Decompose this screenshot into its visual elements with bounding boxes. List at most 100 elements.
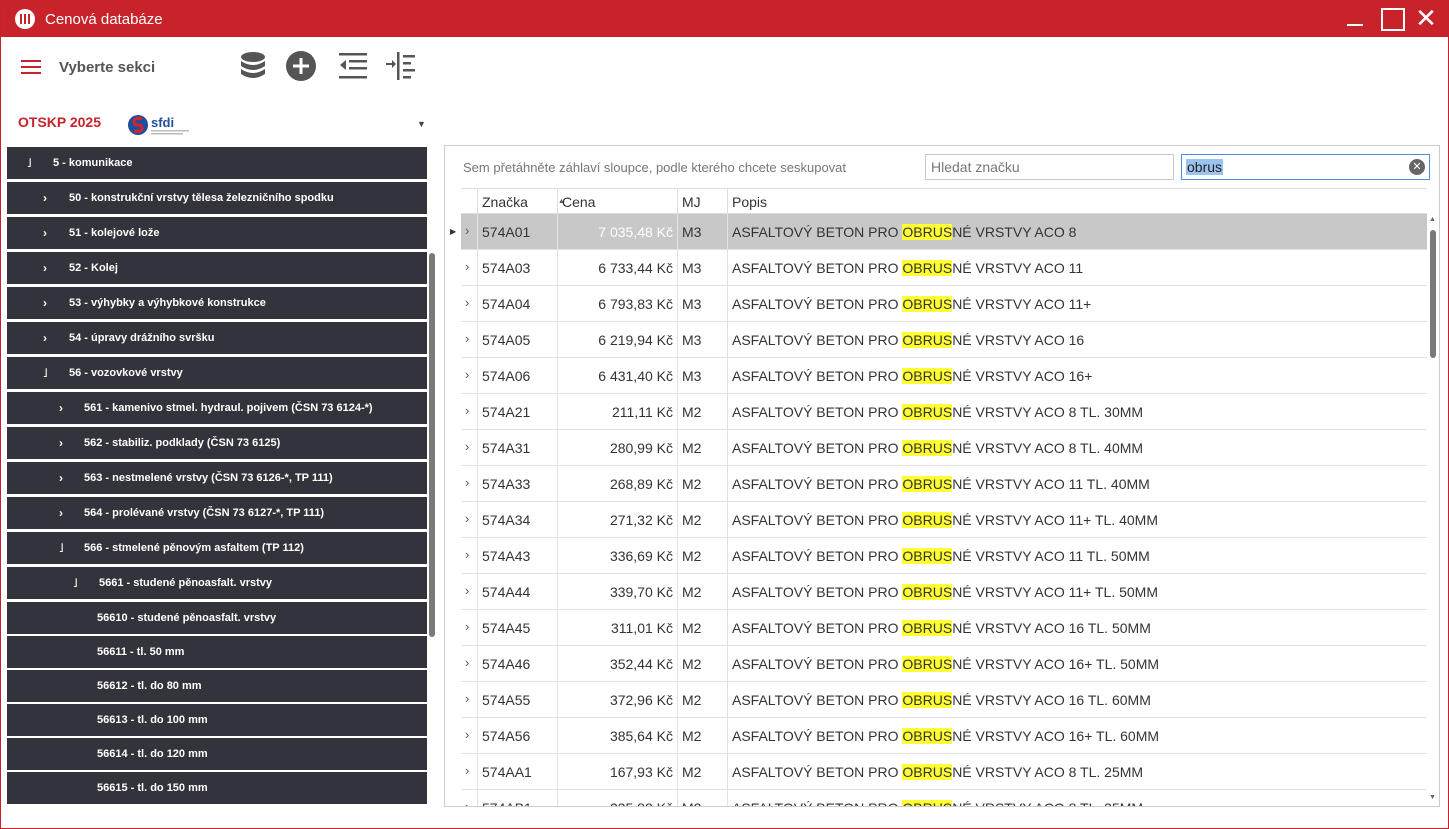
tree-item[interactable]: › 52 - Kolej — [7, 252, 427, 285]
tree-item[interactable]: 56615 - tl. do 150 mm — [7, 772, 427, 805]
tree-item[interactable]: 56613 - tl. do 100 mm — [7, 704, 427, 737]
collapse-icon[interactable]: ˩ — [59, 541, 71, 555]
tree-item[interactable]: › 53 - výhybky a výhybkové konstrukce — [7, 287, 427, 320]
row-expand-icon[interactable]: › — [465, 691, 475, 706]
tree-item[interactable]: 56610 - studené pěnoasfalt. vrstvy — [7, 602, 427, 635]
tree-item[interactable]: ˩ 56 - vozovkové vrstvy — [7, 357, 427, 390]
expand-icon[interactable]: › — [43, 226, 55, 240]
tree-item[interactable]: ˩ 5661 - studené pěnoasfalt. vrstvy — [7, 567, 427, 600]
row-expand-icon[interactable]: › — [465, 655, 475, 670]
indent-icon[interactable] — [385, 50, 417, 82]
title-bar[interactable]: Cenová databáze ✕ — [1, 1, 1448, 37]
row-expand-icon[interactable]: › — [465, 223, 475, 238]
row-expand-icon[interactable]: › — [465, 295, 475, 310]
row-expand-icon[interactable]: › — [465, 331, 475, 346]
tree-item[interactable]: › 561 - kamenivo stmel. hydraul. pojivem … — [7, 392, 427, 425]
table-row[interactable]: › 574A01 7 035,48 Kč M3 ASFALTOVÝ BETON PRO … — [461, 214, 1427, 250]
tree-scrollbar[interactable] — [427, 147, 437, 807]
tree-item[interactable]: › 51 - kolejové lože — [7, 217, 427, 250]
minimize-button[interactable] — [1341, 5, 1371, 33]
expand-icon[interactable]: › — [43, 296, 55, 310]
tree-item[interactable]: 56614 - tl. do 120 mm — [7, 738, 427, 771]
table-row[interactable]: › 574A03 6 733,44 Kč M3 ASFALTOVÝ BETON PRO … — [461, 250, 1427, 286]
tree-item[interactable]: 56612 - tl. do 80 mm — [7, 670, 427, 703]
table-row[interactable]: › 574A34 271,32 Kč M2 ASFALTOVÝ BETON PRO OB… — [461, 502, 1427, 538]
scroll-up-icon[interactable]: ▲ — [1429, 216, 1436, 223]
chevron-down-icon[interactable]: ▼ — [417, 119, 426, 129]
menu-icon[interactable] — [21, 60, 41, 76]
row-expand-icon[interactable]: › — [465, 439, 475, 454]
column-header-mark[interactable]: Značka ▲ — [477, 189, 565, 214]
table-row[interactable]: › 574A33 268,89 Kč M2 ASFALTOVÝ BETON PRO OB… — [461, 466, 1427, 502]
tree-item[interactable]: › 562 - stabiliz. podklady (ČSN 73 6125) — [7, 427, 427, 460]
table-row[interactable]: › 574AA1 167,93 Kč M2 ASFALTOVÝ BETON PRO OB… — [461, 754, 1427, 790]
tree-item[interactable]: › 564 - prolévané vrstvy (ČSN 73 6127-*, … — [7, 497, 427, 530]
table-row[interactable]: › 574A44 339,70 Kč M2 ASFALTOVÝ BETON PRO OB… — [461, 574, 1427, 610]
grid-body[interactable]: ▶ › 574A01 7 035,48 Kč M3 ASFALTOVÝ BETON PR… — [445, 214, 1427, 806]
expand-icon[interactable]: › — [43, 331, 55, 345]
table-row[interactable]: › 574A46 352,44 Kč M2 ASFALTOVÝ BETON PRO OB… — [461, 646, 1427, 682]
collapse-icon[interactable]: ˩ — [73, 576, 85, 590]
row-expand-icon[interactable]: › — [465, 547, 475, 562]
mark-search-input[interactable] — [925, 154, 1174, 180]
expand-icon[interactable]: › — [43, 261, 55, 275]
grid-scrollbar-thumb[interactable] — [1430, 230, 1436, 358]
tree-item[interactable]: ˩ 5 - komunikace — [7, 147, 427, 180]
database-icon[interactable] — [237, 50, 269, 82]
close-button[interactable]: ✕ — [1411, 5, 1441, 33]
column-header-price[interactable]: Cena — [557, 189, 677, 214]
column-header-unit[interactable]: MJ — [677, 189, 727, 214]
table-row[interactable]: ›574AB1235,88 KčM2ASFALTOVÝ BETON PRO OB… — [461, 790, 1427, 806]
expand-icon[interactable]: › — [59, 436, 71, 450]
tree-item[interactable]: 56611 - tl. 50 mm — [7, 636, 427, 669]
outdent-icon[interactable] — [337, 50, 369, 82]
scroll-down-icon[interactable]: ▼ — [1429, 794, 1436, 801]
column-header-description[interactable]: Popis — [727, 189, 1427, 214]
expand-icon[interactable]: › — [43, 191, 55, 205]
row-expand-icon[interactable]: › — [465, 367, 475, 382]
expand-icon[interactable]: › — [59, 506, 71, 520]
row-expand-icon[interactable]: › — [465, 475, 475, 490]
section-tree[interactable]: ˩ 5 - komunikace › 50 - konstrukční vrstvy … — [7, 147, 427, 807]
description-text: ASFALTOVÝ BETON PRO — [732, 656, 903, 672]
collapse-icon[interactable]: ˩ — [27, 156, 39, 170]
catalog-selector[interactable]: OTSKP 2025 sfdi ▼ — [1, 99, 441, 145]
table-row[interactable]: › 574A05 6 219,94 Kč M3 ASFALTOVÝ BETON PRO … — [461, 322, 1427, 358]
row-expand-icon[interactable]: › — [465, 619, 475, 634]
tree-item[interactable]: ˩ 566 - stmelené pěnovým asfaltem (TP 112… — [7, 532, 427, 565]
table-row[interactable]: › 574A04 6 793,83 Kč M3 ASFALTOVÝ BETON PRO … — [461, 286, 1427, 322]
table-row[interactable]: › 574A06 6 431,40 Kč M3 ASFALTOVÝ BETON PRO … — [461, 358, 1427, 394]
cell-mark: 574A05 — [477, 322, 557, 357]
cell-price: 385,64 Kč — [557, 718, 677, 753]
table-row[interactable]: › 574A21 211,11 Kč M2 ASFALTOVÝ BETON PRO OB… — [461, 394, 1427, 430]
cell-price: 271,32 Kč — [557, 502, 677, 537]
row-expand-icon[interactable]: › — [465, 583, 475, 598]
section-selector-label[interactable]: Vyberte sekci — [59, 59, 155, 76]
row-expand-icon[interactable]: › — [465, 799, 475, 806]
table-row[interactable]: › 574A45 311,01 Kč M2 ASFALTOVÝ BETON PRO OB… — [461, 610, 1427, 646]
tree-scrollbar-thumb[interactable] — [429, 253, 435, 637]
group-by-hint[interactable]: Sem přetáhněte záhlaví sloupce, podle kt… — [463, 160, 846, 175]
row-expand-icon[interactable]: › — [465, 763, 475, 778]
expand-icon[interactable]: › — [59, 471, 71, 485]
tree-item[interactable]: › 54 - úpravy drážního svršku — [7, 322, 427, 355]
grid-scrollbar[interactable]: ▲ ▼ — [1427, 214, 1439, 806]
row-expand-icon[interactable]: › — [465, 259, 475, 274]
tree-item[interactable]: › 50 - konstrukční vrstvy tělesa železnič… — [7, 182, 427, 215]
row-expand-icon[interactable]: › — [465, 727, 475, 742]
row-expand-icon[interactable]: › — [465, 511, 475, 526]
table-row[interactable]: › 574A31 280,99 Kč M2 ASFALTOVÝ BETON PRO OB… — [461, 430, 1427, 466]
table-row[interactable]: › 574A43 336,69 Kč M2 ASFALTOVÝ BETON PRO OB… — [461, 538, 1427, 574]
row-expand-icon[interactable]: › — [465, 403, 475, 418]
description-text: ASFALTOVÝ BETON PRO — [732, 512, 903, 528]
text-search-input[interactable]: obrus ✕ — [1181, 154, 1430, 180]
clear-icon[interactable]: ✕ — [1409, 159, 1425, 175]
expand-icon[interactable]: › — [59, 401, 71, 415]
collapse-icon[interactable]: ˩ — [43, 366, 55, 380]
table-row[interactable]: › 574A55 372,96 Kč M2 ASFALTOVÝ BETON PRO OB… — [461, 682, 1427, 718]
tree-item-label: 56 - vozovkové vrstvy — [69, 367, 183, 379]
add-icon[interactable] — [285, 50, 317, 82]
tree-item[interactable]: › 563 - nestmelené vrstvy (ČSN 73 6126-*,… — [7, 462, 427, 495]
maximize-button[interactable] — [1377, 5, 1407, 33]
table-row[interactable]: › 574A56 385,64 Kč M2 ASFALTOVÝ BETON PRO OB… — [461, 718, 1427, 754]
